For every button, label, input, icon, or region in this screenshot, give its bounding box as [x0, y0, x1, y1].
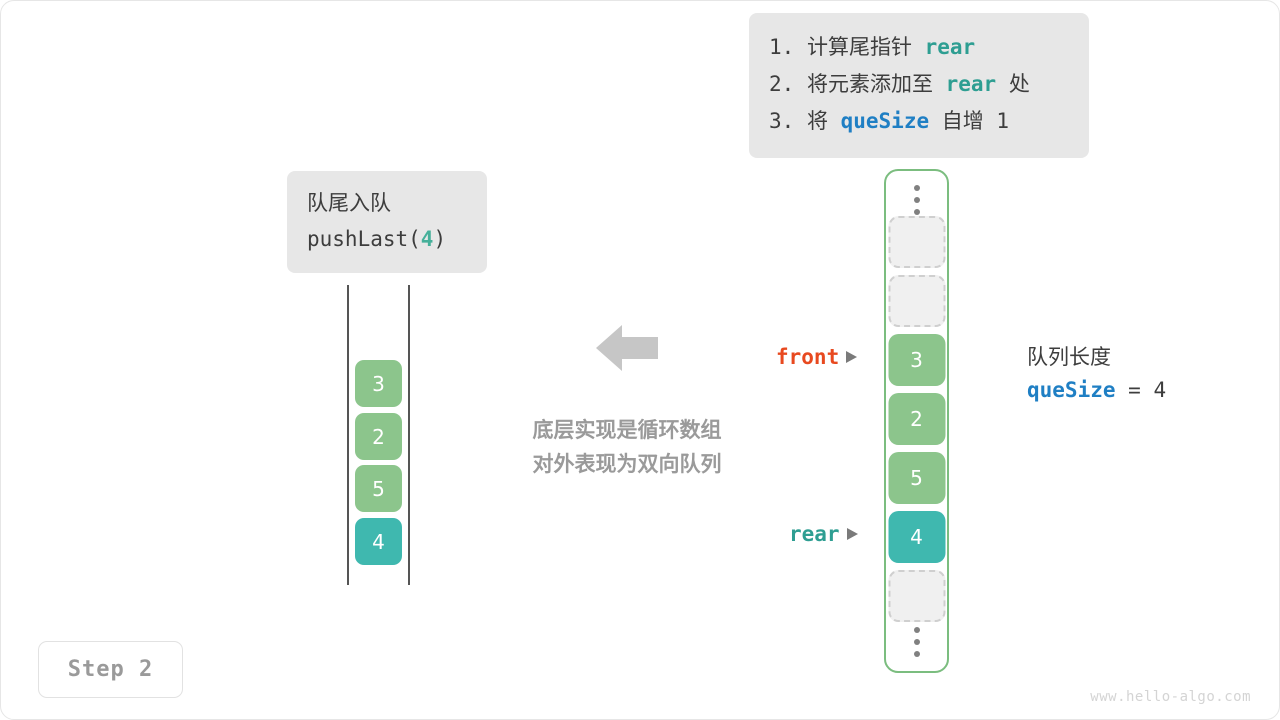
- queue-cell: 2: [355, 413, 402, 460]
- array-slot-filled: 2: [888, 393, 945, 445]
- step-badge: Step 2: [38, 641, 183, 698]
- queue-cell: 5: [355, 465, 402, 512]
- queue-size-value: 4: [1153, 378, 1167, 402]
- array-slot-empty: [888, 216, 945, 268]
- instruction-item-3: 3. 将 queSize 自增 1: [769, 103, 1069, 140]
- instruction-3-pre: 将: [806, 109, 841, 133]
- diagram-canvas: 1. 计算尾指针 rear 2. 将元素添加至 rear 处 3. 将 queS…: [0, 0, 1280, 720]
- operation-title: 队尾入队: [307, 191, 391, 215]
- queue-size-equals: =: [1115, 378, 1154, 402]
- instruction-2-code: rear: [945, 72, 997, 96]
- instruction-2-post: 处: [996, 72, 1030, 96]
- instruction-3-code: queSize: [840, 109, 930, 133]
- left-arrow-icon: [596, 325, 658, 371]
- array-slot-empty: [888, 275, 945, 327]
- rear-pointer-text: rear: [789, 522, 840, 546]
- pointer-arrow-icon: [846, 528, 858, 540]
- queue-visualization: 3 2 5 4: [341, 285, 417, 585]
- instruction-1-index: 1.: [769, 35, 795, 59]
- queue-rail-right: [408, 285, 410, 585]
- front-pointer-label: front: [776, 345, 858, 369]
- queue-size-note: 队列长度 queSize = 4: [1027, 341, 1166, 407]
- ellipsis-bottom-icon: [913, 627, 920, 657]
- center-caption-line1: 底层实现是循环数组: [532, 418, 722, 442]
- operation-call-prefix: pushLast(: [307, 227, 421, 251]
- array-slot-filled-new: 4: [888, 511, 945, 563]
- watermark: www.hello-algo.com: [1090, 689, 1251, 705]
- queue-size-expression: queSize = 4: [1027, 373, 1166, 407]
- instruction-1-code: rear: [924, 35, 976, 59]
- instruction-card: 1. 计算尾指针 rear 2. 将元素添加至 rear 处 3. 将 queS…: [749, 13, 1089, 158]
- queue-rail-left: [347, 285, 349, 585]
- rear-pointer-label: rear: [789, 522, 858, 546]
- queue-cell: 3: [355, 360, 402, 407]
- operation-card: 队尾入队 pushLast(4): [287, 171, 487, 273]
- queue-size-title: 队列长度: [1027, 345, 1111, 369]
- queue-cell: 4: [355, 518, 402, 565]
- center-caption: 底层实现是循环数组 对外表现为双向队列: [501, 413, 753, 481]
- array-slot-filled: 3: [888, 334, 945, 386]
- instruction-3-post: 自增 1: [929, 109, 1010, 133]
- queue-size-var: queSize: [1027, 378, 1116, 402]
- instruction-3-index: 3.: [769, 109, 795, 133]
- array-slot-empty: [888, 570, 945, 622]
- array-slot-filled: 5: [888, 452, 945, 504]
- instruction-item-2: 2. 将元素添加至 rear 处: [769, 66, 1069, 103]
- instruction-item-1: 1. 计算尾指针 rear: [769, 29, 1069, 66]
- instruction-2-pre: 将元素添加至: [806, 72, 946, 96]
- instruction-1-pre: 计算尾指针: [806, 35, 925, 59]
- operation-call-value: 4: [420, 227, 434, 251]
- front-pointer-text: front: [776, 345, 840, 369]
- operation-call-suffix: ): [433, 227, 447, 251]
- ellipsis-top-icon: [913, 185, 920, 215]
- circular-array-container: 3 2 5 4: [884, 169, 949, 673]
- instruction-2-index: 2.: [769, 72, 795, 96]
- center-caption-line2: 对外表现为双向队列: [532, 452, 722, 476]
- operation-call: pushLast(4): [307, 221, 467, 257]
- pointer-arrow-icon: [846, 351, 858, 363]
